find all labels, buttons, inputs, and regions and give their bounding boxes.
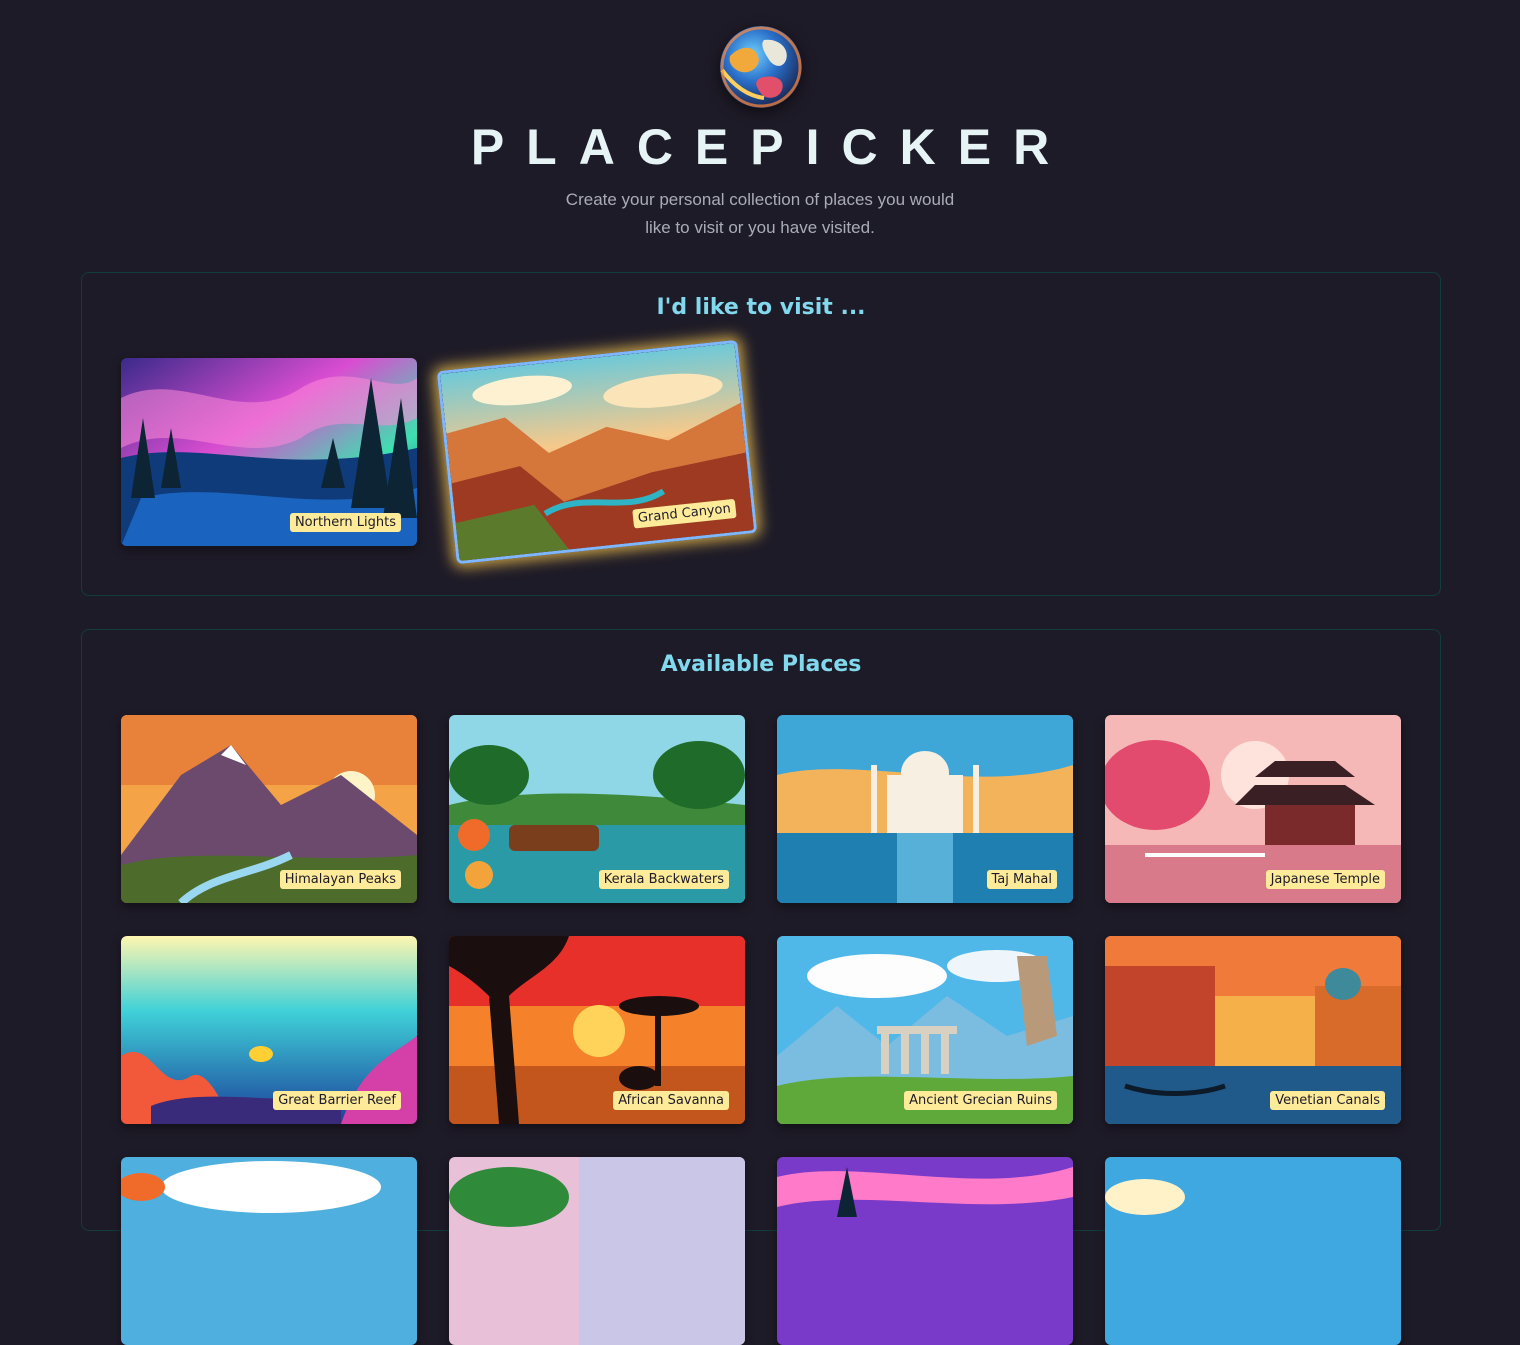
globe-logo <box>720 26 802 108</box>
available-section: Available Places Himalayan Peaks Kerala … <box>81 629 1441 1345</box>
place-card-row3-3[interactable] <box>777 1157 1073 1345</box>
place-card-grand-canyon[interactable]: Grand Canyon <box>436 339 758 565</box>
place-card-northern-lights[interactable]: Northern Lights <box>121 358 417 546</box>
place-card-label: Ancient Grecian Ruins <box>904 1091 1057 1110</box>
place-card-african-savanna[interactable]: African Savanna <box>449 936 745 1124</box>
place-card-label: Great Barrier Reef <box>273 1091 401 1110</box>
available-heading: Available Places <box>660 652 862 677</box>
place-card-label: African Savanna <box>613 1091 729 1110</box>
place-card-taj-mahal[interactable]: Taj Mahal <box>777 715 1073 903</box>
place-card-ancient-grecian-ruins[interactable]: Ancient Grecian Ruins <box>777 936 1073 1124</box>
app-title: PLACEPICKER <box>470 119 1072 175</box>
place-card-label: Northern Lights <box>289 513 401 532</box>
place-card-row3-4[interactable] <box>1105 1157 1401 1345</box>
place-card-japanese-temple[interactable]: Japanese Temple <box>1105 715 1401 903</box>
place-card-kerala-backwaters[interactable]: Kerala Backwaters <box>449 715 745 903</box>
place-card-label: Venetian Canals <box>1270 1091 1385 1110</box>
place-card-great-barrier-reef[interactable]: Great Barrier Reef <box>121 936 417 1124</box>
app-subtitle: Create your personal collection of place… <box>565 190 955 237</box>
visit-section: I'd like to visit ... Northern Lights Gr… <box>81 272 1441 596</box>
place-card-himalayan-peaks[interactable]: Himalayan Peaks <box>121 715 417 903</box>
place-card-row3-1[interactable] <box>121 1157 417 1345</box>
place-card-venetian-canals[interactable]: Venetian Canals <box>1105 936 1401 1124</box>
place-card-label: Himalayan Peaks <box>279 870 401 889</box>
place-card-label: Kerala Backwaters <box>598 870 729 889</box>
place-card-label: Japanese Temple <box>1265 870 1385 889</box>
place-card-row3-2[interactable] <box>449 1157 745 1345</box>
visit-heading: I'd like to visit ... <box>656 295 866 320</box>
place-card-label: Taj Mahal <box>986 870 1057 889</box>
